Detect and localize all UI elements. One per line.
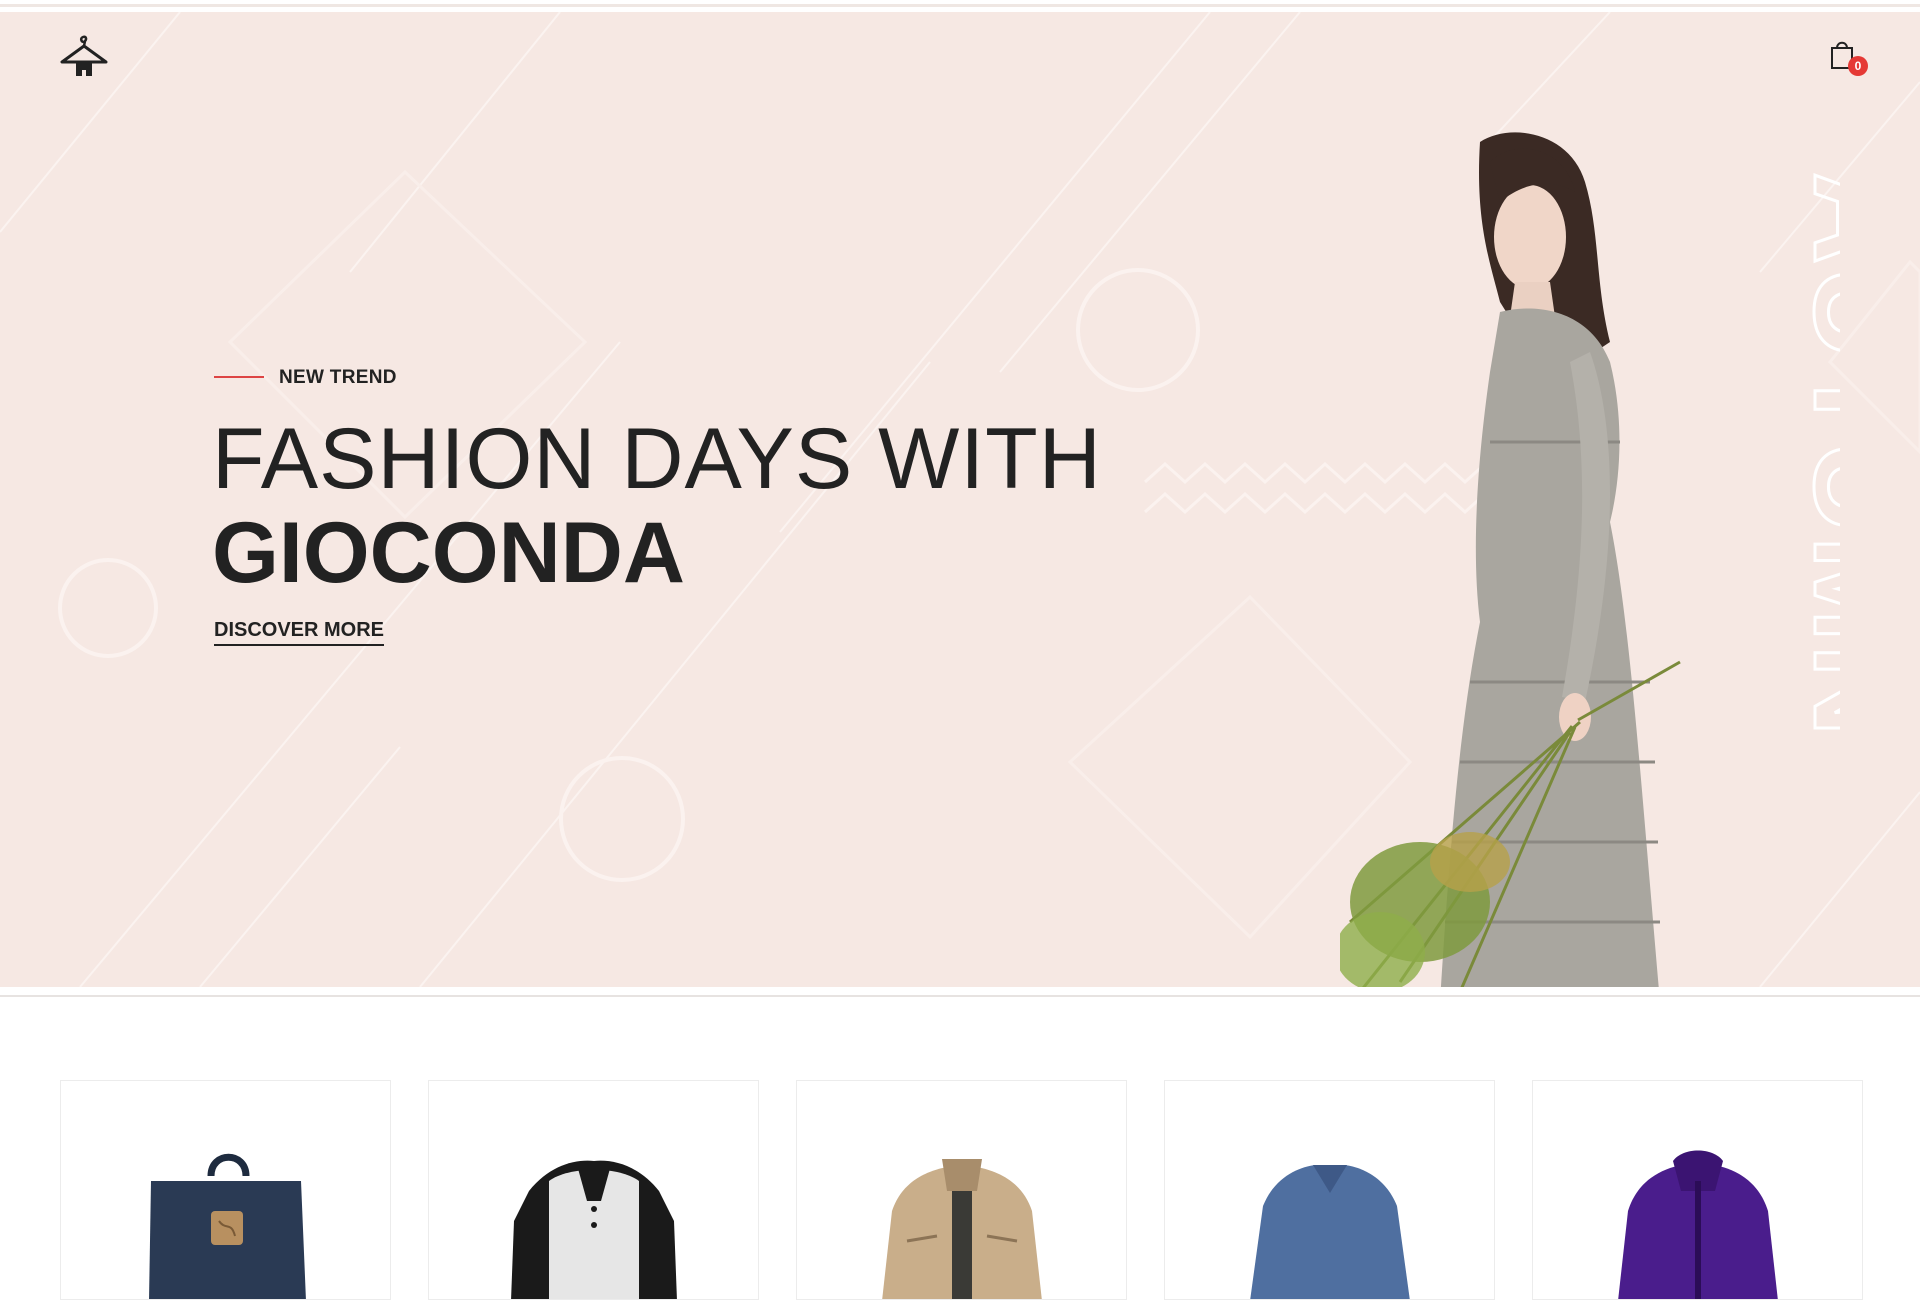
hero-kicker: NEW TREND (279, 367, 397, 388)
purple-jacket-image (1618, 1150, 1778, 1299)
product-card-purple-jacket[interactable] (1532, 1080, 1863, 1300)
top-strip (0, 0, 1920, 12)
blue-sweater-image (1250, 1165, 1410, 1299)
discover-more-link[interactable]: DISCOVER MORE (214, 619, 385, 646)
autumn-side-text: AUTUMN (1786, 171, 1841, 741)
hero-title-line1: FASHION DAYS WITH (212, 411, 1102, 507)
hanger-icon[interactable] (56, 28, 112, 84)
product-card-backpack[interactable] (60, 1080, 391, 1300)
cart-button[interactable]: 0 (1826, 38, 1874, 86)
svg-text:AUTUMN: AUTUMN (1787, 172, 1840, 739)
hero-banner: 0 NEW TREND FASHION DAYS WITH GIOCONDA D… (0, 12, 1920, 987)
cart-count-badge: 0 (1848, 56, 1868, 76)
product-card-khaki-jacket[interactable] (796, 1080, 1127, 1300)
section-divider (0, 995, 1920, 997)
backpack-image (149, 1153, 306, 1299)
khaki-jacket-image (882, 1159, 1042, 1299)
product-card-blue-sweater[interactable] (1164, 1080, 1495, 1300)
hero-title-line2: GIOCONDA (212, 505, 685, 601)
henley-shirt-image (511, 1160, 677, 1299)
product-card-henley[interactable] (428, 1080, 759, 1300)
kicker-accent-line (214, 376, 264, 378)
model-image (1340, 132, 1681, 987)
product-grid (0, 1000, 1920, 1300)
